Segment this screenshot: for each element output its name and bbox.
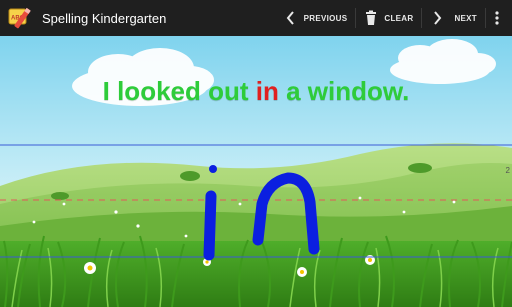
drawing-canvas[interactable]: I looked out in a window. 2 [0, 36, 512, 307]
sentence-after: a window. [278, 76, 410, 106]
clear-button[interactable]: CLEAR [356, 0, 421, 36]
next-button[interactable]: NEXT [422, 0, 485, 36]
previous-button[interactable]: PREVIOUS [276, 0, 356, 36]
overflow-menu-button[interactable] [486, 0, 508, 36]
clear-label: CLEAR [384, 13, 414, 23]
target-word: in [255, 76, 279, 106]
trash-icon [366, 10, 377, 25]
chevron-right-icon [434, 11, 442, 25]
prompt-sentence: I looked out in a window. [0, 76, 512, 107]
guide-number: 2 [505, 166, 510, 175]
next-label: NEXT [454, 13, 477, 23]
app-icon[interactable]: ABC [8, 5, 34, 31]
app-window: ABC Spelling Kindergarten PREVIOUS CLEAR [0, 0, 512, 307]
sentence-before: I looked out [102, 76, 256, 106]
overflow-menu-icon [495, 11, 499, 25]
chevron-left-icon [286, 11, 294, 25]
action-bar: ABC Spelling Kindergarten PREVIOUS CLEAR [0, 0, 512, 36]
app-title: Spelling Kindergarten [42, 10, 167, 26]
previous-label: PREVIOUS [303, 13, 348, 23]
